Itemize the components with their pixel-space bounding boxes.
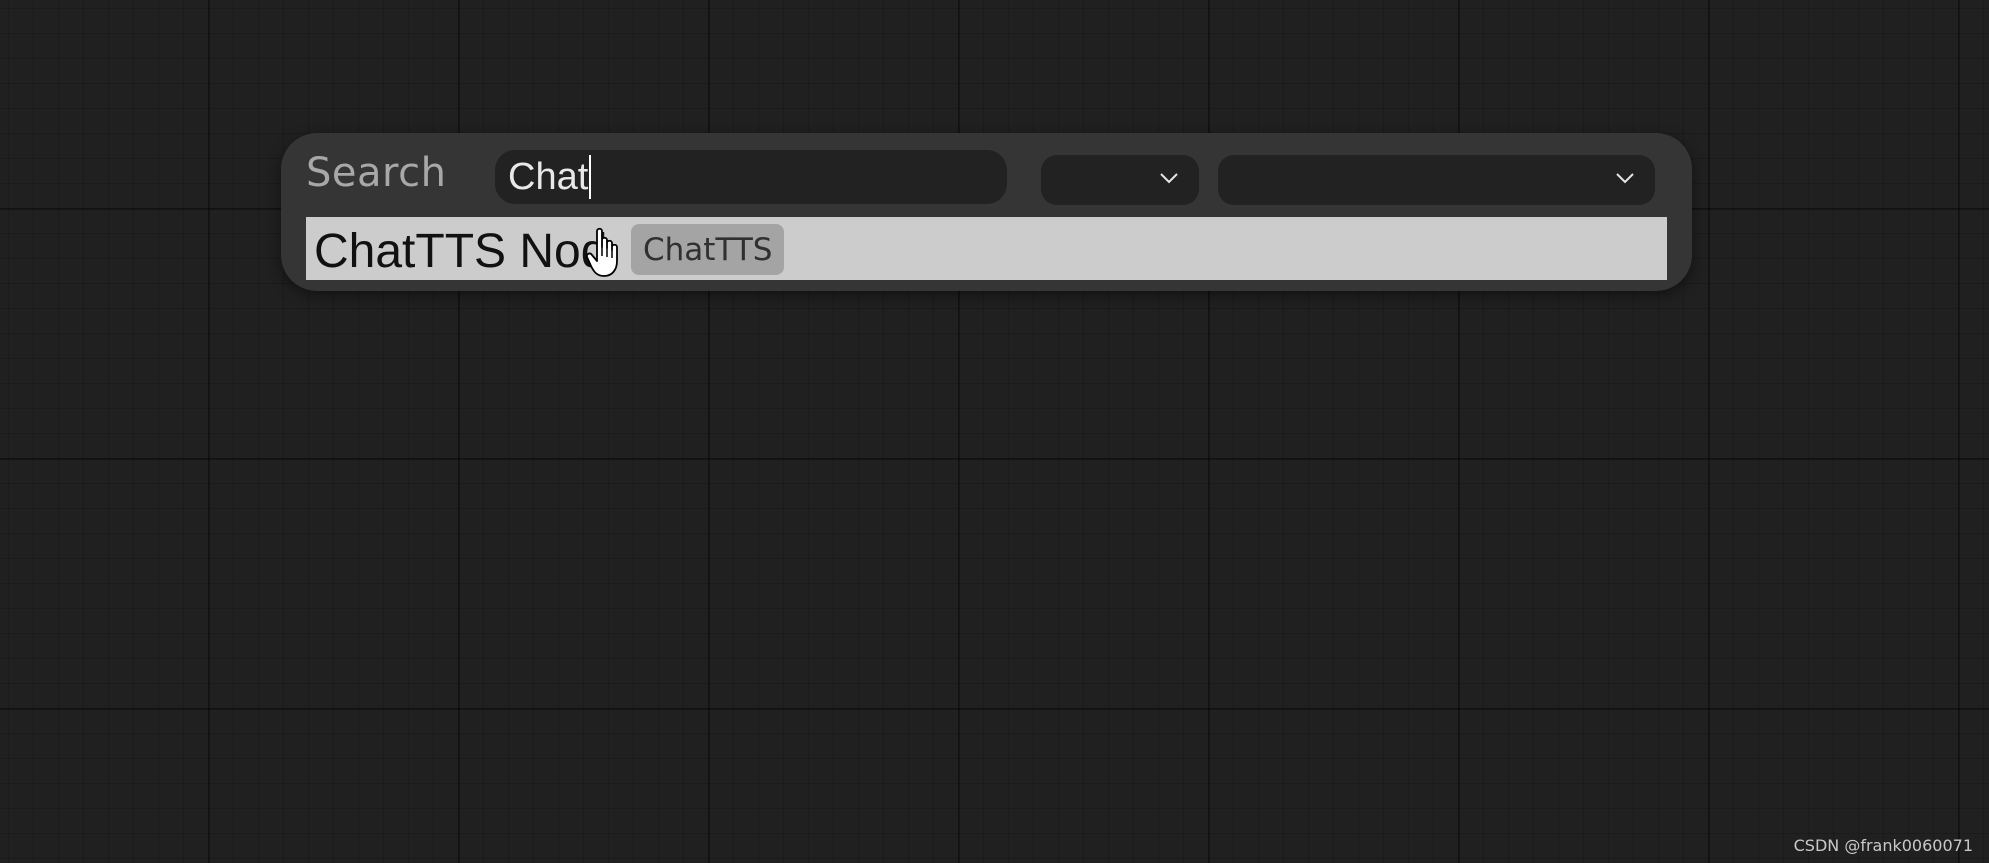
watermark-text: CSDN @frank0060071 xyxy=(1793,836,1973,855)
node-search-dialog: Search Chat ChatTTS Nod ChatTTS xyxy=(281,133,1692,291)
search-input-value: Chat xyxy=(508,156,589,198)
type-filter-select[interactable] xyxy=(1218,155,1655,205)
chevron-down-icon xyxy=(1616,173,1634,184)
result-category-tag: ChatTTS xyxy=(631,224,785,275)
text-caret xyxy=(589,155,592,199)
search-label: Search xyxy=(306,150,447,196)
search-result-item[interactable]: ChatTTS Nod ChatTTS xyxy=(306,217,1667,280)
category-filter-select[interactable] xyxy=(1041,155,1199,205)
hand-pointer-cursor-icon xyxy=(586,227,618,277)
result-node-name: ChatTTS Nod xyxy=(314,225,608,278)
chevron-down-icon xyxy=(1160,173,1178,184)
search-input[interactable]: Chat xyxy=(495,150,1007,204)
